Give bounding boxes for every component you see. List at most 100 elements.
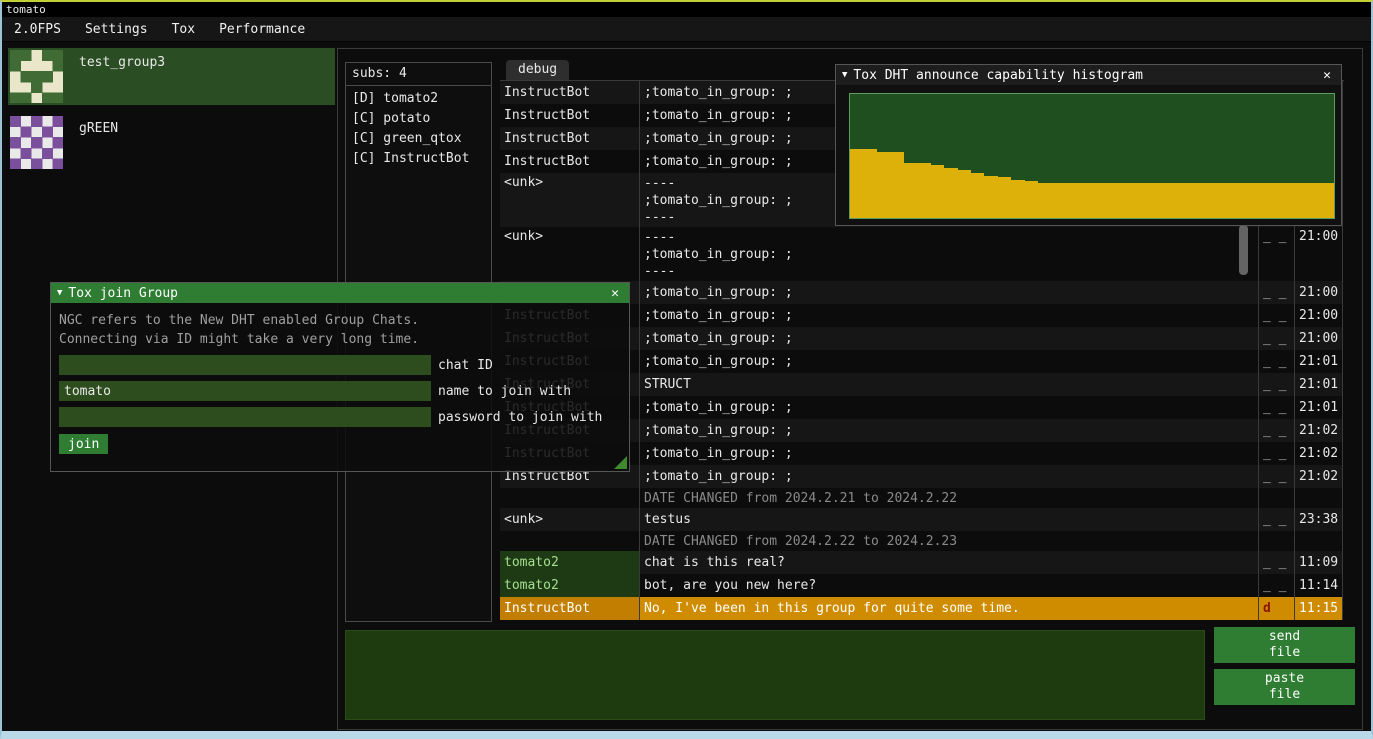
message-cell: ;tomato_in_group: ; (640, 304, 1259, 327)
subs-list-item[interactable]: [C] potato (346, 109, 491, 129)
histogram-bar (1011, 180, 1024, 218)
subs-list-item[interactable]: [D] tomato2 (346, 89, 491, 109)
collapse-arrow-icon[interactable]: ▼ (57, 288, 62, 298)
paste-file-button[interactable]: paste file (1214, 669, 1355, 705)
group-avatar (10, 116, 63, 169)
menu-item-2-0fps: 2.0FPS (2, 17, 73, 41)
time-cell: 21:00 (1295, 227, 1343, 281)
chat-date-row[interactable]: DATE CHANGED from 2024.2.21 to 2024.2.22 (500, 488, 1343, 508)
join-description-line1: NGC refers to the New DHT enabled Group … (59, 311, 621, 330)
flags-cell: d (1259, 597, 1295, 620)
histogram-bar (1065, 183, 1078, 218)
group-avatar (10, 50, 63, 103)
chat-message-row[interactable]: tomato2bot, are you new here?_ _11:14 (500, 574, 1343, 597)
flags-cell: _ _ (1259, 419, 1295, 442)
histogram-bar (1240, 183, 1253, 218)
message-cell: ;tomato_in_group: ; (640, 327, 1259, 350)
histogram-bar (1173, 183, 1186, 218)
menu-item-performance[interactable]: Performance (207, 17, 317, 41)
window-title: tomato (6, 3, 46, 16)
flags-cell: _ _ (1259, 442, 1295, 465)
time-cell: 21:00 (1295, 327, 1343, 350)
time-cell: 23:38 (1295, 508, 1343, 531)
collapse-arrow-icon[interactable]: ▼ (842, 70, 847, 80)
group-item-green[interactable]: gREEN (8, 114, 335, 171)
time-cell: 21:01 (1295, 373, 1343, 396)
histogram-bar (944, 168, 957, 218)
message-cell: STRUCT (640, 373, 1259, 396)
message-cell: No, I've been in this group for quite so… (640, 597, 1259, 620)
message-input[interactable] (345, 630, 1205, 720)
resize-grip[interactable] (614, 456, 627, 469)
message-line: ---- (644, 175, 675, 192)
message-cell: testus (640, 508, 1259, 531)
join-name-input[interactable] (59, 381, 431, 401)
flags-cell (1259, 531, 1295, 551)
message-line: ;tomato_in_group: ; (644, 246, 793, 263)
subs-list-item[interactable]: [C] InstructBot (346, 149, 491, 169)
histogram-bar (1293, 183, 1306, 218)
histogram-bar (971, 173, 984, 218)
flags-cell: _ _ (1259, 350, 1295, 373)
histogram-bar (998, 177, 1011, 218)
time-cell: 21:02 (1295, 419, 1343, 442)
time-cell: 21:00 (1295, 304, 1343, 327)
histogram-bar (917, 163, 930, 218)
flags-cell: _ _ (1259, 508, 1295, 531)
chat-id-input[interactable] (59, 355, 431, 375)
message-line: ---- (644, 229, 675, 246)
menu-bar: 2.0FPSSettingsToxPerformance (2, 17, 1371, 42)
histogram-bar (1159, 183, 1172, 218)
histogram-bar (1280, 183, 1293, 218)
histogram-bar (958, 170, 971, 218)
app-window: tomato 2.0FPSSettingsToxPerformance test… (0, 0, 1373, 739)
time-cell: 11:15 (1295, 597, 1343, 620)
group-item-test_group3[interactable]: test_group3 (8, 48, 335, 105)
send-file-button[interactable]: send file (1214, 627, 1355, 663)
chat-scrollbar[interactable] (1239, 225, 1248, 275)
message-cell: ;tomato_in_group: ; (640, 419, 1259, 442)
histogram-bar (1119, 183, 1132, 218)
message-cell: DATE CHANGED from 2024.2.21 to 2024.2.22 (640, 488, 1259, 508)
histogram-bar (1226, 183, 1239, 218)
chat-message-row[interactable]: <unk>testus_ _23:38 (500, 508, 1343, 531)
chat-date-row[interactable]: DATE CHANGED from 2024.2.22 to 2024.2.23 (500, 531, 1343, 551)
histogram-bar (1320, 183, 1333, 218)
message-cell: ;tomato_in_group: ; (640, 442, 1259, 465)
window-titlebar[interactable]: tomato (2, 2, 1371, 17)
menu-item-settings[interactable]: Settings (73, 17, 160, 41)
group-label: gREEN (65, 114, 118, 171)
chat-message-row[interactable]: <unk>----;tomato_in_group: ;----_ _21:00 (500, 227, 1343, 281)
sender-name-cell: InstructBot (500, 597, 640, 620)
histogram-bar (1105, 183, 1118, 218)
message-cell: ----;tomato_in_group: ;---- (640, 227, 1259, 281)
histogram-bar (877, 152, 890, 218)
histogram-bar (890, 152, 903, 218)
flags-cell: _ _ (1259, 227, 1295, 281)
histogram-bar (1213, 183, 1226, 218)
group-label: test_group3 (65, 48, 165, 105)
flags-cell: _ _ (1259, 304, 1295, 327)
sender-name-cell (500, 531, 640, 551)
join-window-titlebar[interactable]: ▼ Tox join Group ✕ (51, 283, 629, 303)
join-button[interactable]: join (59, 434, 108, 454)
histogram-bar (984, 176, 997, 218)
chat-message-row[interactable]: tomato2chat is this real?_ _11:09 (500, 551, 1343, 574)
tab-debug[interactable]: debug (506, 60, 569, 80)
join-password-input[interactable] (59, 407, 431, 427)
subs-separator (346, 85, 491, 86)
sender-name-cell: InstructBot (500, 127, 640, 150)
menu-item-tox[interactable]: Tox (160, 17, 207, 41)
histogram-bar (850, 149, 863, 218)
sender-name-cell: InstructBot (500, 150, 640, 173)
histogram-window-titlebar[interactable]: ▼ Tox DHT announce capability histogram … (836, 65, 1341, 85)
flags-cell: _ _ (1259, 465, 1295, 488)
chat-message-row[interactable]: InstructBotNo, I've been in this group f… (500, 597, 1343, 620)
flags-cell: _ _ (1259, 327, 1295, 350)
message-cell: ;tomato_in_group: ; (640, 281, 1259, 304)
histogram-bar (1092, 183, 1105, 218)
subs-list-item[interactable]: [C] green_qtox (346, 129, 491, 149)
histogram-bar (1199, 183, 1212, 218)
close-icon[interactable]: ✕ (607, 286, 623, 301)
close-icon[interactable]: ✕ (1319, 68, 1335, 83)
